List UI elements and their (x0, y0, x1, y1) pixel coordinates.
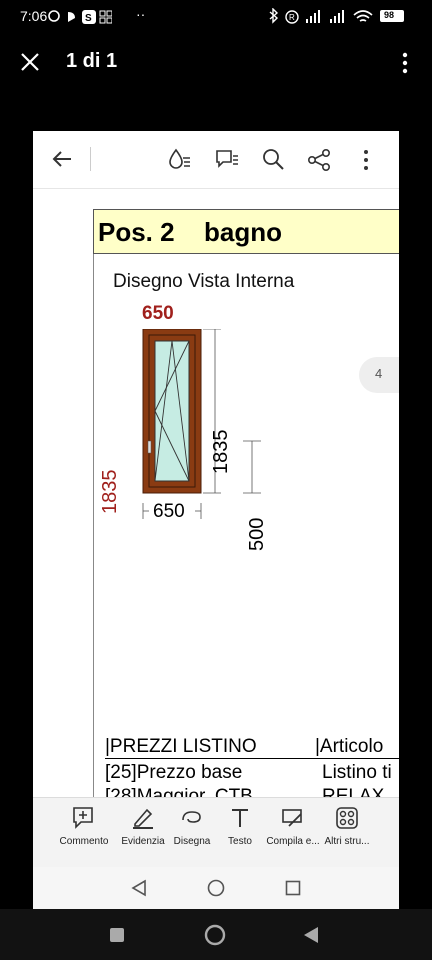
page-left-border (93, 209, 94, 797)
pdf-toolbar (33, 131, 399, 189)
nav-back-icon[interactable] (131, 879, 147, 897)
handle-height-label: 500 (246, 517, 268, 551)
text-icon (232, 809, 248, 827)
page-number-badge[interactable]: 4 (359, 357, 399, 393)
height-side-label: 1835 (99, 469, 121, 515)
overflow-menu-icon[interactable] (361, 149, 371, 171)
position-label: Pos. 2 (98, 217, 175, 247)
system-home-icon[interactable] (204, 924, 226, 946)
share-icon[interactable] (307, 148, 331, 172)
position-header: Pos. 2 bagno (93, 209, 399, 254)
nav-recents-icon[interactable] (285, 880, 301, 896)
more-notifications-icon: ·· (136, 6, 146, 22)
reading-mode-icon[interactable] (168, 148, 192, 172)
svg-text:R: R (289, 13, 295, 22)
tool-draw-label: Disegna (173, 836, 211, 847)
row1-left: [25]Prezzo base (105, 762, 243, 783)
table-header-right: |Articolo (315, 736, 384, 757)
status-time: 7:06 (20, 8, 48, 24)
close-icon[interactable] (20, 52, 40, 72)
nav-home-icon[interactable] (207, 879, 225, 897)
tool-more-label: Altri stru... (324, 836, 370, 847)
width-top-label: 650 (142, 303, 174, 324)
width-bottom-label: 650 (153, 501, 185, 522)
document-page[interactable]: Pos. 2 bagno Disegno Vista Interna 650 1… (33, 189, 399, 797)
system-recents-icon[interactable] (110, 928, 124, 942)
room-label: bagno (204, 217, 282, 247)
more-options-icon[interactable] (398, 52, 412, 74)
notification-icons: S (48, 10, 112, 24)
status-bar: 7:06 S ·· R 98 (0, 0, 432, 32)
back-arrow-icon[interactable] (51, 149, 73, 169)
row1-right: Listino ti (322, 762, 392, 783)
battery-level: 98 (384, 10, 395, 20)
fill-sign-icon (282, 809, 302, 827)
more-tools-icon (336, 807, 358, 829)
tool-fill-sign-label: Compila e... (266, 836, 320, 847)
row2-right: RELAX (322, 786, 385, 797)
height-frame-label: 1835 (210, 429, 232, 475)
svg-text:S: S (85, 13, 92, 24)
comment-add-icon (73, 807, 93, 829)
inner-navigation-bar (33, 867, 399, 909)
tool-more[interactable]: Altri stru... (314, 806, 380, 847)
system-navigation-bar (0, 909, 432, 960)
tool-comment-label: Commento (59, 836, 109, 847)
tool-comment[interactable]: Commento (51, 806, 117, 847)
search-icon[interactable] (262, 148, 286, 172)
table-header-left: |PREZZI LISTINO (105, 736, 257, 757)
comment-list-icon[interactable] (215, 148, 239, 172)
toolbar-divider (90, 147, 91, 171)
system-back-icon[interactable] (303, 926, 319, 944)
highlight-pen-icon (133, 808, 153, 829)
row2-left: [28]Maggior. CTB (105, 786, 253, 797)
viewer-top-bar: 1 di 1 (0, 32, 432, 92)
tool-text-label: Testo (228, 836, 252, 847)
embedded-screenshot: Pos. 2 bagno Disegno Vista Interna 650 1… (33, 131, 399, 909)
view-title: Disegno Vista Interna (113, 271, 295, 292)
annotation-toolbar: Commento Evidenzia Disegna Testo Compila… (33, 797, 399, 867)
window-drawing (142, 329, 261, 519)
draw-icon (182, 811, 201, 823)
table-header-rule (105, 758, 399, 759)
viewer-title: 1 di 1 (66, 50, 118, 72)
